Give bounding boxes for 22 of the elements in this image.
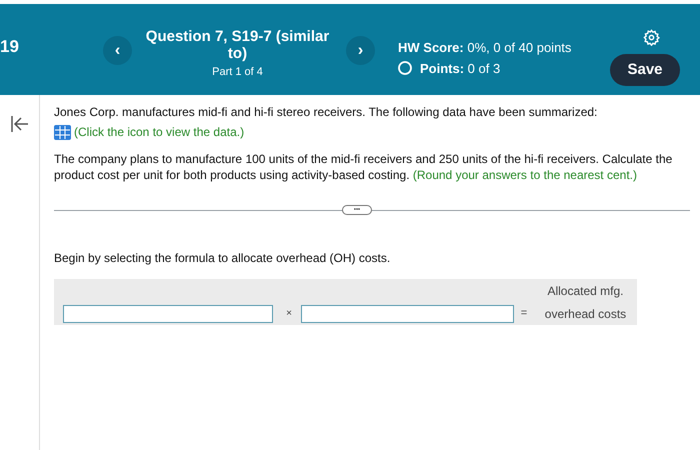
part-label: Part 1 of 4 [212, 65, 263, 80]
formula-field[interactable] [301, 304, 514, 322]
collapse-icon[interactable] [10, 115, 30, 133]
result-label: overhead costs [544, 306, 628, 322]
points-score: Points: 0 of 3 [420, 60, 500, 78]
question-title: Question 7, S19-7 (similar to) [144, 28, 330, 62]
task-text: The company plans to manufacture 100 units of the mid-fi receivers and 250 units of the hi-fi receivers. Calculate the product cost per unit for both products using activity-based costing. (Round your answers to the nearest cent.) [54, 151, 674, 183]
result-label: Allocated mfg. [546, 282, 625, 300]
next-button[interactable]: › [346, 36, 375, 65]
hw-score: HW Score: 0%, 0 of 40 points [398, 39, 572, 57]
previous-button[interactable]: ‹ [103, 36, 132, 65]
table-icon[interactable] [54, 124, 71, 140]
save-button[interactable]: Save [610, 54, 680, 86]
times-sign: × [285, 307, 293, 321]
instruction-text: Begin by selecting the formula to allocate overhead (OH) costs. [54, 250, 392, 267]
intro-text: Jones Corp. manufactures mid-fi and hi-fi stereo receivers. The following data have been summarized: [54, 104, 598, 121]
formula-field[interactable] [63, 304, 273, 322]
circle-icon [398, 61, 412, 76]
question-number: 19 [0, 36, 19, 58]
data-link[interactable]: (Click the icon to view the data.) [74, 123, 244, 141]
settings-icon[interactable] [643, 29, 660, 46]
equals-sign: = [520, 306, 528, 322]
